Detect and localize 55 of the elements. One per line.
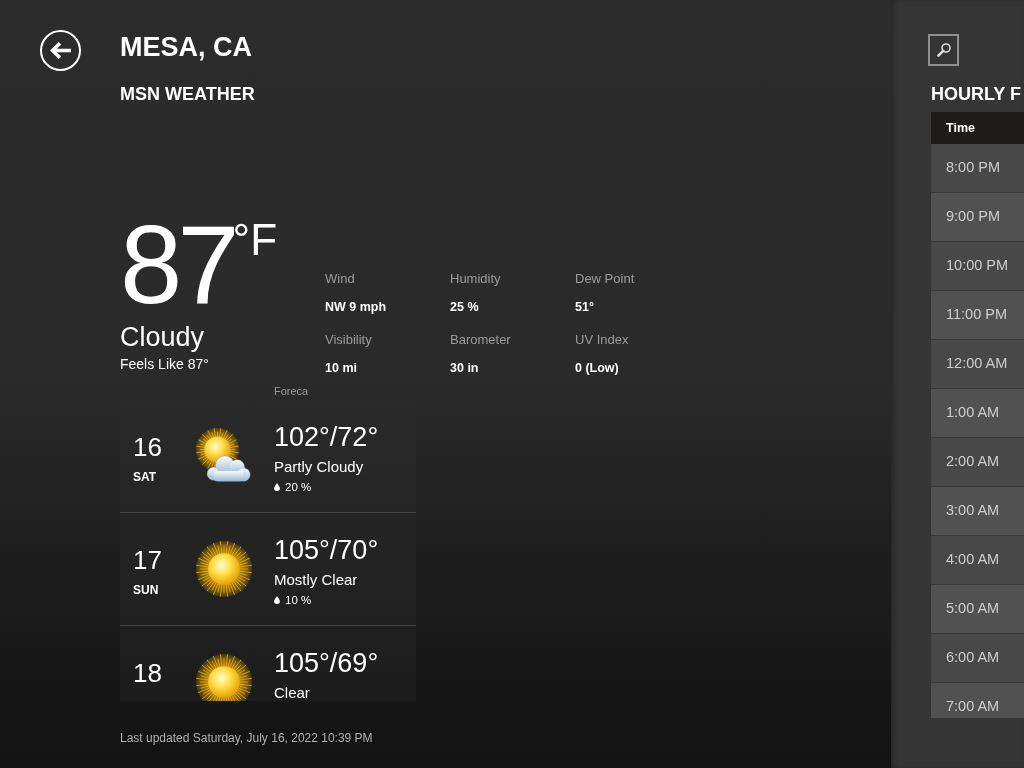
section-title: HOURLY F: [931, 83, 1022, 105]
time-cell: 7:00 AM: [931, 683, 1024, 718]
detail-value: 0 (Low): [575, 360, 619, 376]
current-condition: Cloudy: [120, 321, 205, 353]
day-name: SAT: [133, 470, 157, 484]
sun-icon: [196, 654, 252, 701]
precipitation-chance: 10 %: [285, 593, 312, 607]
time-cell: 12:00 AM: [931, 340, 1024, 389]
detail-label: Humidity: [450, 271, 501, 287]
time-cell: 9:00 PM: [931, 193, 1024, 242]
sun-behind-cloud-icon: [196, 428, 252, 484]
raindrop-icon: [274, 483, 280, 491]
detail-value: 30 in: [450, 360, 479, 376]
raindrop-icon: [274, 596, 280, 604]
search-icon: [936, 43, 951, 57]
app-name: MSN WEATHER: [120, 83, 255, 105]
detail-label: Dew Point: [575, 271, 635, 287]
detail-value: 25 %: [450, 299, 479, 315]
left-arrow-icon: [50, 41, 71, 60]
time-cell: 5:00 AM: [931, 585, 1024, 634]
time-cell: 10:00 PM: [931, 242, 1024, 291]
city-title: MESA, CA: [120, 32, 252, 62]
forecast-condition: Partly Cloudy: [274, 459, 364, 475]
column-header: Time: [945, 120, 976, 137]
time-cell: 6:00 AM: [931, 634, 1024, 683]
precipitation-chance: 20 %: [285, 480, 312, 494]
high-low-temperature: 105°/69°: [274, 647, 379, 679]
search-button[interactable]: [928, 34, 959, 66]
detail-label: Barometer: [450, 332, 511, 348]
time-cell: 4:00 AM: [931, 536, 1024, 585]
detail-label: UV Index: [575, 332, 629, 348]
time-cell: 11:00 PM: [931, 291, 1024, 340]
current-temperature: 87: [120, 209, 235, 321]
time-cell: 2:00 AM: [931, 438, 1024, 487]
forecast-condition: Mostly Clear: [274, 572, 358, 588]
date-number: 16: [133, 432, 162, 462]
date-number: 18: [133, 658, 162, 688]
detail-value: NW 9 mph: [325, 299, 387, 315]
date-number: 17: [133, 545, 162, 575]
provider-name: Foreca: [274, 384, 309, 398]
back-button[interactable]: [40, 30, 81, 71]
sun-icon: [196, 541, 252, 597]
time-cell: 1:00 AM: [931, 389, 1024, 438]
time-cell: 3:00 AM: [931, 487, 1024, 536]
day-name: SUN: [133, 583, 159, 597]
detail-value: 51°: [575, 299, 594, 315]
detail-label: Visibility: [325, 332, 372, 348]
high-low-temperature: 105°/70°: [274, 534, 379, 566]
feels-like-text: Feels Like 87°: [120, 355, 209, 373]
detail-value: 10 mi: [325, 360, 357, 376]
high-low-temperature: 102°/72°: [274, 421, 379, 453]
time-cell: 8:00 PM: [931, 144, 1024, 193]
last-updated-text: Last updated Saturday, July 16, 2022 10:39 PM: [120, 731, 373, 745]
detail-label: Wind: [325, 271, 355, 287]
forecast-condition: Clear: [274, 685, 310, 701]
